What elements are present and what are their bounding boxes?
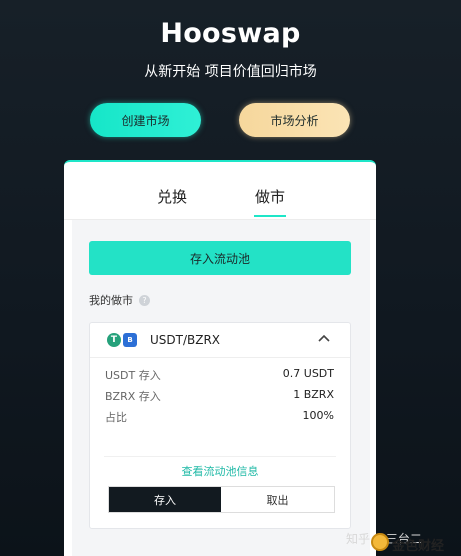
pool-header[interactable]: T B USDT/BZRX <box>90 323 350 358</box>
usdt-deposit-value: 0.7 USDT <box>282 367 334 380</box>
pool-pair-label: USDT/BZRX <box>150 333 221 347</box>
my-market-label: 我的做市 <box>89 294 133 307</box>
deposit-withdraw-toggle: 存入 取出 <box>108 486 335 513</box>
share-label: 占比 <box>105 411 127 424</box>
active-tab-indicator <box>254 215 286 217</box>
app-title: Hooswap <box>160 18 301 49</box>
tab-market-making[interactable]: 做市 <box>255 186 285 207</box>
usdt-deposit-label: USDT 存入 <box>105 369 161 382</box>
bzrx-deposit-value: 1 BZRX <box>293 388 334 401</box>
help-icon[interactable]: ? <box>139 294 150 306</box>
deposit-pool-button[interactable]: 存入流动池 <box>89 241 351 275</box>
bzrx-token-icon: B <box>123 333 137 347</box>
jinse-watermark: 金色财经 <box>392 539 445 554</box>
app-subtitle: 从新开始 项目价值回归市场 <box>144 64 317 80</box>
chevron-up-icon[interactable] <box>316 331 332 347</box>
view-pool-info-link[interactable]: 查看流动池信息 <box>90 463 350 479</box>
usdt-token-icon: T <box>107 333 121 347</box>
tab-bar: 兑换 做市 <box>64 162 376 220</box>
deposit-button[interactable]: 存入 <box>109 487 221 512</box>
share-value: 100% <box>302 409 334 422</box>
tab-swap[interactable]: 兑换 <box>157 186 187 207</box>
create-market-button[interactable]: 创建市场 <box>90 103 201 137</box>
bzrx-deposit-label: BZRX 存入 <box>105 390 161 403</box>
jinse-logo-icon <box>371 533 389 551</box>
pool-position-card: T B USDT/BZRX USDT 存入 0.7 USDT BZRX 存入 1… <box>89 322 351 529</box>
market-analysis-button[interactable]: 市场分析 <box>239 103 350 137</box>
divider <box>104 456 336 457</box>
my-market-heading: 我的做市 ? <box>89 292 150 308</box>
withdraw-button[interactable]: 取出 <box>221 487 334 512</box>
